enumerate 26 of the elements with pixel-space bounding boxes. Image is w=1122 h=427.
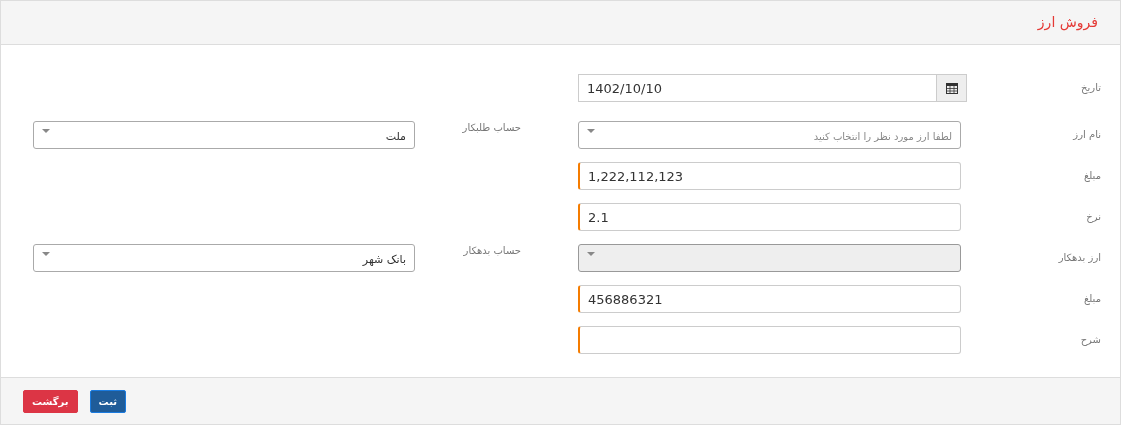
text-field[interactable]: 1,222,112,123	[578, 162, 961, 190]
field-label: تاریخ	[1081, 81, 1101, 95]
caret-icon	[587, 129, 595, 134]
text-field[interactable]: 2.1	[578, 203, 961, 231]
field-label: مبلغ	[1084, 292, 1101, 306]
text-field[interactable]: 456886321	[578, 285, 961, 313]
select-field[interactable]: ملت	[33, 121, 415, 149]
caret-icon	[42, 129, 50, 134]
field-label: حساب بدهکار	[463, 244, 521, 258]
caret-icon	[42, 252, 50, 257]
back-button[interactable]: برگشت	[23, 389, 78, 413]
field-label: نام ارز	[1073, 128, 1101, 142]
select-field[interactable]: لطفا ارز مورد نظر را انتخاب کنید	[578, 121, 961, 149]
caret-icon	[587, 252, 595, 257]
submit-button[interactable]: ثبت	[89, 389, 126, 413]
calendar-button[interactable]	[937, 74, 967, 102]
field-label: حساب طلبکار	[462, 121, 521, 135]
calendar-icon	[945, 82, 958, 94]
select-field[interactable]: بانک شهر	[33, 244, 415, 272]
date-field[interactable]: 1402/10/10	[578, 74, 937, 102]
page-title: فروش ارز	[1037, 13, 1098, 33]
field-label: ارز بدهکار	[1058, 251, 1101, 265]
text-field[interactable]	[578, 326, 961, 354]
field-label: مبلغ	[1084, 169, 1101, 183]
field-label: شرح	[1080, 333, 1101, 347]
field-label: نرخ	[1086, 210, 1101, 224]
